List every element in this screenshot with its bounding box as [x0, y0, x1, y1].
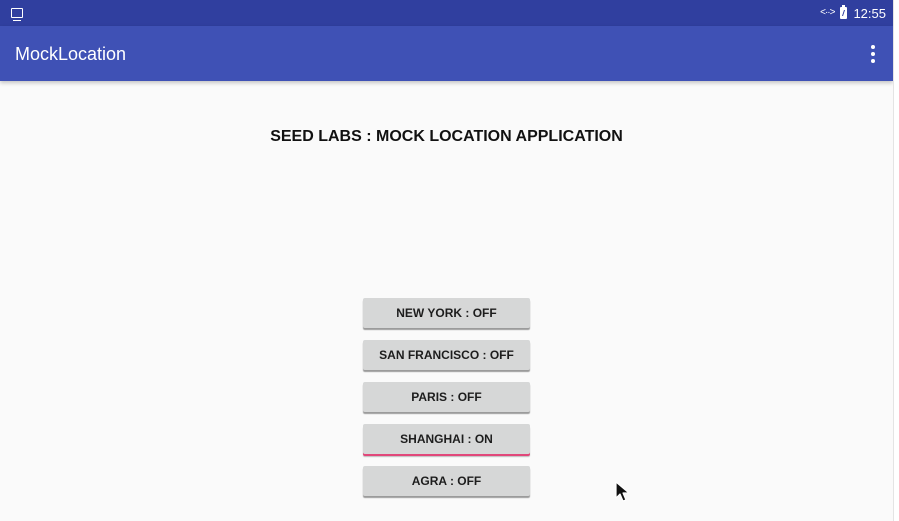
menu-dot: [871, 45, 875, 49]
shanghai-button[interactable]: SHANGHAI : ON: [363, 424, 530, 454]
battery-icon: [840, 5, 848, 19]
app-title: MockLocation: [15, 44, 127, 64]
mouse-pointer-icon: [615, 481, 630, 502]
location-button-list: NEW YORK : OFF SAN FRANCISCO : OFF PARIS…: [363, 298, 530, 508]
android-screen: <··> 12:55 MockLocation SEED LABS : MOCK…: [0, 0, 893, 521]
san-francisco-button[interactable]: SAN FRANCISCO : OFF: [363, 340, 530, 370]
window-edge: [893, 0, 899, 521]
data-transfer-icon: <··>: [820, 7, 835, 18]
screen-icon: [11, 8, 23, 21]
page-title: SEED LABS : MOCK LOCATION APPLICATION: [270, 128, 623, 145]
new-york-button[interactable]: NEW YORK : OFF: [363, 298, 530, 328]
status-bar: <··> 12:55: [0, 0, 893, 26]
menu-dot: [871, 52, 875, 56]
agra-button[interactable]: AGRA : OFF: [363, 466, 530, 496]
more-vert-icon[interactable]: [869, 45, 877, 63]
status-indicators: <··> 12:55: [820, 0, 886, 26]
app-bar: MockLocation: [0, 26, 893, 81]
paris-button[interactable]: PARIS : OFF: [363, 382, 530, 412]
menu-dot: [871, 59, 875, 63]
status-time: 12:55: [853, 5, 886, 21]
main-content: SEED LABS : MOCK LOCATION APPLICATION NE…: [0, 81, 893, 521]
